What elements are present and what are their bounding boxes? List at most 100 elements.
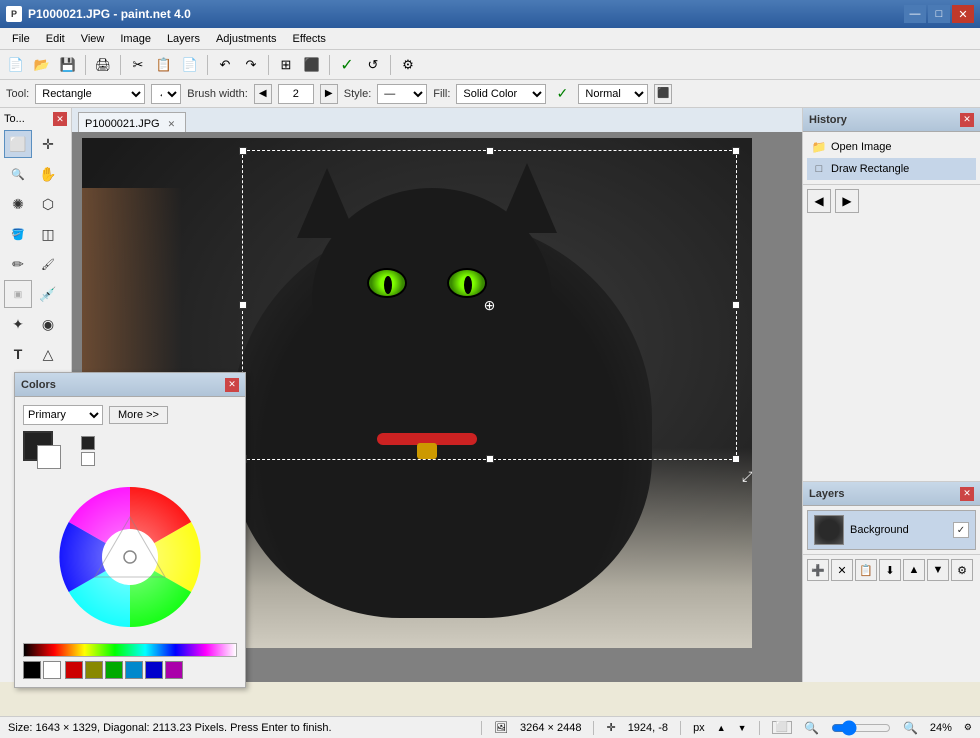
paste-button[interactable]: 📄 <box>178 53 202 77</box>
palette-swatch-4[interactable] <box>125 661 143 679</box>
layers-title: Layers <box>809 488 844 500</box>
unit-down-button[interactable]: ▼ <box>738 723 747 733</box>
colors-panel: Colors ✕ Primary Secondary More >> <box>14 372 246 688</box>
rotate-button[interactable]: ↺ <box>361 53 385 77</box>
move-icon[interactable]: ⤢ <box>742 468 752 485</box>
undo-button[interactable]: ↶ <box>213 53 237 77</box>
colors-close-button[interactable]: ✕ <box>225 378 239 392</box>
blend-mode-extra[interactable]: ⬛ <box>654 84 672 104</box>
zoom-in-button[interactable]: 🔍 <box>903 721 918 735</box>
zoom-menu-button[interactable]: ⚙ <box>964 722 972 733</box>
layer-props-button[interactable]: ⚙ <box>951 559 973 581</box>
tool-blur[interactable]: ◉ <box>34 310 62 338</box>
tool-color-picker[interactable]: 💉 <box>34 280 62 308</box>
layers-panel: Layers ✕ Background ✓ ➕ ✕ 📋 ⬇ ▲ ▼ ⚙ <box>803 482 980 682</box>
brush-width-decrease[interactable]: ◀ <box>254 84 272 104</box>
history-item-rect[interactable]: □ Draw Rectangle <box>807 158 976 180</box>
brush-width-input[interactable] <box>278 84 314 104</box>
menu-view[interactable]: View <box>73 31 113 47</box>
color-wheel[interactable] <box>50 477 210 637</box>
save-button[interactable]: 💾 <box>56 53 80 77</box>
menu-image[interactable]: Image <box>112 31 159 47</box>
history-arrows: ◀ ▶ <box>803 184 980 217</box>
layer-down-button[interactable]: ▼ <box>927 559 949 581</box>
grid-button[interactable]: ⊞ <box>274 53 298 77</box>
zoom-out-button[interactable]: 🔍 <box>804 721 819 735</box>
layer-visibility-toggle[interactable]: ✓ <box>953 522 969 538</box>
layer-background[interactable]: Background ✓ <box>807 510 976 550</box>
black-swatch[interactable] <box>23 661 41 679</box>
menu-effects[interactable]: Effects <box>285 31 334 47</box>
palette-swatch-5[interactable] <box>145 661 163 679</box>
palette-swatch-3[interactable] <box>105 661 123 679</box>
open-button[interactable]: 📂 <box>30 53 54 77</box>
minimize-button[interactable]: — <box>904 5 926 23</box>
zoom-slider[interactable] <box>831 720 891 736</box>
window-title: P1000021.JPG - paint.net 4.0 <box>28 7 191 21</box>
background-color-swatch[interactable] <box>37 445 61 469</box>
tool-select[interactable]: Rectangle <box>35 84 145 104</box>
canvas-tab-close[interactable]: ✕ <box>168 119 176 130</box>
settings-button[interactable]: ⚙ <box>396 53 420 77</box>
tool-eraser[interactable]: ▣ <box>4 280 32 308</box>
cut-button[interactable]: ✂ <box>126 53 150 77</box>
confirm-selection-button[interactable]: ✓ <box>552 84 572 104</box>
history-undo-button[interactable]: ◀ <box>807 189 831 213</box>
layer-up-button[interactable]: ▲ <box>903 559 925 581</box>
tool-paint-bucket[interactable]: 🪣 <box>4 220 32 248</box>
close-button[interactable]: ✕ <box>952 5 974 23</box>
color-gradient-bar[interactable] <box>23 643 237 657</box>
tool-magic-wand[interactable]: ✺ <box>4 190 32 218</box>
tool-select-rect[interactable]: ⬜ <box>4 130 32 158</box>
history-panel-header: History ✕ <box>803 108 980 132</box>
color-mode-select[interactable]: Primary Secondary <box>23 405 103 425</box>
palette-swatch-1[interactable] <box>65 661 83 679</box>
tool-zoom[interactable]: 🔍 <box>4 160 32 188</box>
tool-brush[interactable]: 🖌 <box>34 250 62 278</box>
shape-mode-select[interactable]: ↔ <box>151 84 181 104</box>
add-layer-button[interactable]: ➕ <box>807 559 829 581</box>
menu-file[interactable]: File <box>4 31 38 47</box>
tool-select-move[interactable]: ✛ <box>34 130 62 158</box>
style-select[interactable]: — <box>377 84 427 104</box>
tool-gradient[interactable]: ◫ <box>34 220 62 248</box>
redo-button[interactable]: ↷ <box>239 53 263 77</box>
history-redo-button[interactable]: ▶ <box>835 189 859 213</box>
delete-layer-button[interactable]: ✕ <box>831 559 853 581</box>
swap-colors-icon[interactable] <box>81 436 95 450</box>
tool-clone[interactable]: ✦ <box>4 310 32 338</box>
menu-adjustments[interactable]: Adjustments <box>208 31 285 47</box>
copy-button[interactable]: 📋 <box>152 53 176 77</box>
color-mode-row: Primary Secondary More >> <box>23 405 237 425</box>
more-colors-button[interactable]: More >> <box>109 406 168 424</box>
menu-layers[interactable]: Layers <box>159 31 208 47</box>
confirm-button[interactable]: ✓ <box>335 53 359 77</box>
history-close-button[interactable]: ✕ <box>960 113 974 127</box>
tool-lasso[interactable]: ⬡ <box>34 190 62 218</box>
white-swatch[interactable] <box>43 661 61 679</box>
print-button[interactable]: 🖨 <box>91 53 115 77</box>
ruler-button[interactable]: ⬛ <box>300 53 324 77</box>
palette-swatch-6[interactable] <box>165 661 183 679</box>
reset-colors-icon[interactable] <box>81 452 95 466</box>
app-icon: P <box>6 6 22 22</box>
tool-shapes[interactable]: △ <box>34 340 62 368</box>
tool-move[interactable]: ✋ <box>34 160 62 188</box>
layers-close-button[interactable]: ✕ <box>960 487 974 501</box>
new-button[interactable]: 📄 <box>4 53 28 77</box>
fill-select[interactable]: Solid Color <box>456 84 546 104</box>
palette-swatch-2[interactable] <box>85 661 103 679</box>
tool-pencil[interactable]: ✏ <box>4 250 32 278</box>
merge-layer-button[interactable]: ⬇ <box>879 559 901 581</box>
duplicate-layer-button[interactable]: 📋 <box>855 559 877 581</box>
canvas-tab-item[interactable]: P1000021.JPG ✕ <box>78 112 186 132</box>
unit-up-button[interactable]: ▲ <box>717 723 726 733</box>
fit-canvas-button[interactable]: ⬜ <box>772 721 792 734</box>
maximize-button[interactable]: □ <box>928 5 950 23</box>
tool-text[interactable]: T <box>4 340 32 368</box>
brush-width-increase[interactable]: ▶ <box>320 84 338 104</box>
menu-edit[interactable]: Edit <box>38 31 73 47</box>
blend-mode-select[interactable]: Normal <box>578 84 648 104</box>
toolbox-close-button[interactable]: ✕ <box>53 112 67 126</box>
history-item-open[interactable]: 📁 Open Image <box>807 136 976 158</box>
